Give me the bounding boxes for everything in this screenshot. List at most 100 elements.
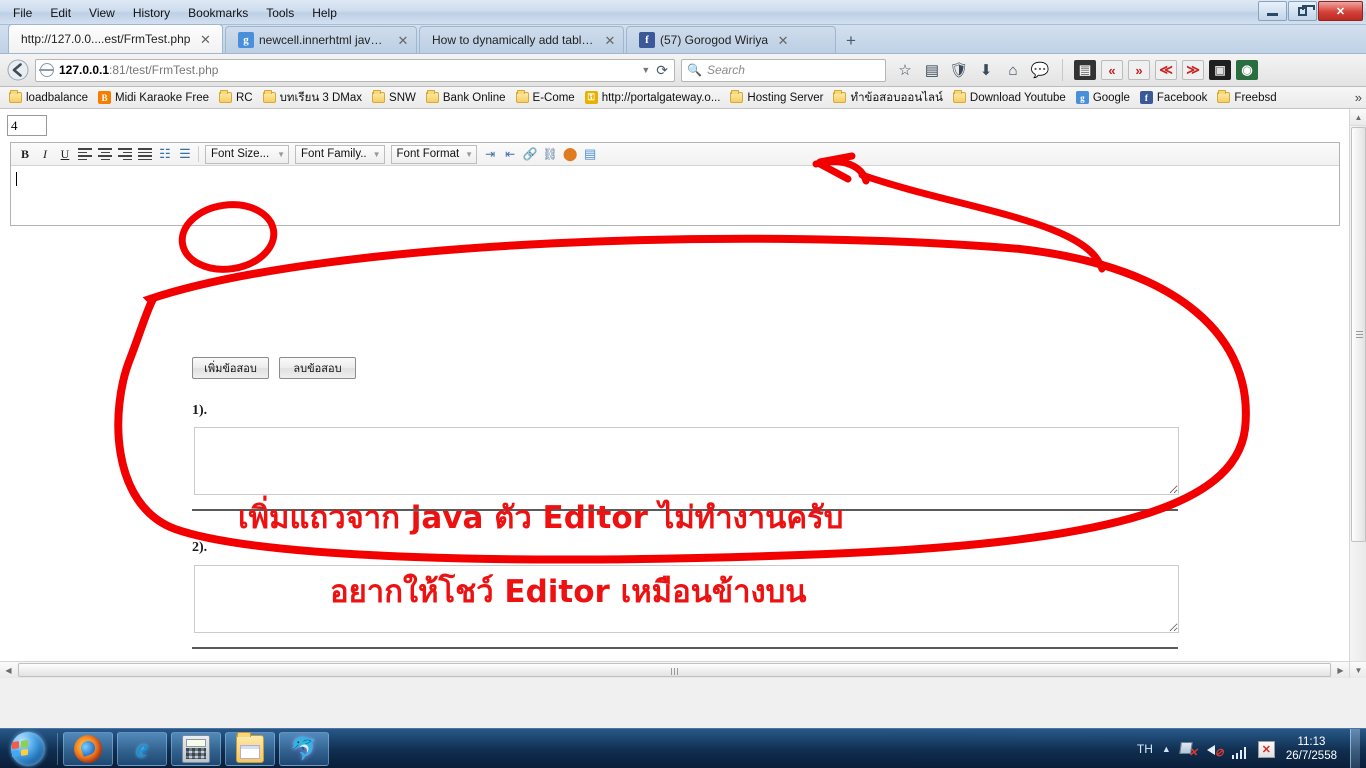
align-center-button[interactable] bbox=[95, 145, 115, 164]
expand-down-icon[interactable]: ≫ bbox=[1182, 60, 1204, 80]
tab-facebook[interactable]: f (57) Gorogod Wiriya ✕ bbox=[626, 26, 836, 53]
tab-frmtest[interactable]: http://127.0.0....est/FrmTest.php ✕ bbox=[8, 24, 223, 53]
search-bar[interactable]: 🔍 Search bbox=[681, 58, 886, 82]
tab-close-icon[interactable]: ✕ bbox=[396, 34, 410, 47]
taskbar-item-firefox[interactable] bbox=[63, 731, 113, 766]
minimize-button[interactable] bbox=[1258, 1, 1287, 21]
signal-icon[interactable] bbox=[1231, 742, 1249, 759]
menu-view[interactable]: View bbox=[80, 4, 124, 22]
reading-list-icon[interactable]: ▤ bbox=[921, 58, 943, 82]
menu-history[interactable]: History bbox=[124, 4, 179, 22]
reload-icon[interactable]: ⟳ bbox=[656, 62, 668, 79]
bookmark-google[interactable]: g Google bbox=[1071, 88, 1135, 107]
menu-edit[interactable]: Edit bbox=[41, 4, 80, 22]
taskbar-item-calculator[interactable] bbox=[171, 731, 221, 766]
align-right-button[interactable] bbox=[115, 145, 135, 164]
download-icon[interactable]: ⬇ bbox=[975, 58, 997, 82]
bookmark-portalgateway[interactable]: ⚿ http://portalgateway.o... bbox=[580, 88, 726, 107]
add-question-button[interactable]: เพิ่มข้อสอบ bbox=[192, 357, 269, 379]
tab-close-icon[interactable]: ✕ bbox=[776, 34, 790, 47]
vertical-scrollbar[interactable]: ▲ ▼ bbox=[1349, 109, 1366, 678]
tab-close-icon[interactable]: ✕ bbox=[603, 34, 617, 47]
bookmarks-overflow-icon[interactable]: » bbox=[1355, 90, 1362, 105]
insert-link-button[interactable]: 🔗 bbox=[520, 145, 540, 164]
pdf-icon[interactable]: ✕ bbox=[1257, 740, 1275, 758]
taskbar-item-internet-explorer[interactable]: e bbox=[117, 731, 167, 766]
forward-icon[interactable]: » bbox=[1128, 60, 1150, 80]
outdent-button[interactable]: ⇥ bbox=[480, 145, 500, 164]
horizontal-scroll-thumb[interactable] bbox=[18, 663, 1331, 677]
font-family-select[interactable]: Font Family.. ▼ bbox=[295, 144, 385, 164]
close-button[interactable]: ✕ bbox=[1318, 1, 1363, 21]
unlink-button[interactable]: ⛓ bbox=[540, 145, 560, 164]
menu-tools[interactable]: Tools bbox=[257, 4, 303, 22]
taskbar-item-navicat[interactable]: 🐬 bbox=[279, 731, 329, 766]
scroll-right-icon[interactable]: ▶ bbox=[1332, 662, 1349, 678]
volume-icon[interactable]: ⊘ bbox=[1206, 741, 1224, 758]
tab-close-icon[interactable]: ✕ bbox=[198, 33, 212, 46]
rewind-icon[interactable]: « bbox=[1101, 60, 1123, 80]
clock[interactable]: 11:13 26/7/2558 bbox=[1284, 735, 1337, 763]
bookmark-hosting-server[interactable]: Hosting Server bbox=[725, 88, 828, 107]
unordered-list-button[interactable]: ☰ bbox=[175, 145, 195, 164]
unordered-list-icon: ☰ bbox=[179, 146, 191, 161]
chevron-down-icon: ▼ bbox=[465, 149, 474, 159]
edit-source-button[interactable]: ▤ bbox=[580, 145, 600, 164]
start-button[interactable] bbox=[2, 730, 54, 768]
bookmark-online-exam[interactable]: ทำข้อสอบออนไลน์ bbox=[828, 88, 947, 107]
bold-button[interactable]: B bbox=[15, 145, 35, 164]
tray-expand-icon[interactable]: ▲ bbox=[1162, 744, 1171, 754]
collapse-up-icon[interactable]: ≪ bbox=[1155, 60, 1177, 80]
new-tab-button[interactable]: + bbox=[838, 29, 864, 53]
bookmark-facebook[interactable]: f Facebook bbox=[1135, 88, 1213, 107]
language-indicator[interactable]: TH bbox=[1137, 742, 1153, 756]
tab-add-table-row[interactable]: How to dynamically add table r... ✕ bbox=[419, 26, 624, 53]
menu-bookmarks[interactable]: Bookmarks bbox=[179, 4, 257, 22]
font-size-select[interactable]: Font Size... ▼ bbox=[205, 144, 289, 164]
align-left-button[interactable] bbox=[75, 145, 95, 164]
bookmark-freebsd[interactable]: Freebsd bbox=[1212, 88, 1281, 107]
indent-button[interactable]: ⇤ bbox=[500, 145, 520, 164]
bookmark-download-youtube[interactable]: Download Youtube bbox=[948, 88, 1071, 107]
avatar-icon[interactable]: ◉ bbox=[1236, 60, 1258, 80]
show-desktop-button[interactable] bbox=[1350, 729, 1360, 768]
vertical-scroll-thumb[interactable] bbox=[1351, 127, 1366, 542]
scroll-down-icon[interactable]: ▼ bbox=[1350, 661, 1366, 678]
italic-button[interactable]: I bbox=[35, 145, 55, 164]
network-icon[interactable]: ✕ bbox=[1178, 741, 1198, 758]
question-count-input[interactable] bbox=[7, 115, 47, 136]
scroll-left-icon[interactable]: ◀ bbox=[0, 662, 17, 678]
underline-button[interactable]: U bbox=[55, 145, 75, 164]
ordered-list-button[interactable]: ☷ bbox=[155, 145, 175, 164]
editor-content-area[interactable] bbox=[11, 166, 1339, 224]
question-2-textarea[interactable] bbox=[194, 565, 1179, 633]
menu-file[interactable]: File bbox=[4, 4, 41, 22]
delete-question-button[interactable]: ลบข้อสอบ bbox=[279, 357, 356, 379]
menu-help[interactable]: Help bbox=[303, 4, 346, 22]
scroll-up-icon[interactable]: ▲ bbox=[1350, 109, 1366, 126]
font-format-select[interactable]: Font Format ▼ bbox=[390, 144, 478, 164]
toolbar-addon-icon[interactable]: ▤ bbox=[1074, 60, 1096, 80]
bookmark-midi-karaoke-free[interactable]: B Midi Karaoke Free bbox=[93, 88, 214, 107]
chat-icon[interactable]: 💬 bbox=[1029, 58, 1051, 82]
bookmark-star-icon[interactable]: ☆ bbox=[894, 58, 916, 82]
bookmark-snw[interactable]: SNW bbox=[367, 88, 421, 107]
taskbar-item-file-explorer[interactable] bbox=[225, 731, 275, 766]
align-justify-button[interactable] bbox=[135, 145, 155, 164]
tab-newcell-innerhtml[interactable]: g newcell.innerhtml javascri... ✕ bbox=[225, 26, 417, 53]
restore-button[interactable] bbox=[1288, 1, 1317, 21]
back-button[interactable] bbox=[4, 57, 32, 83]
url-bar[interactable]: 127.0.0.1:81/test/FrmTest.php ▼ ⟳ bbox=[35, 58, 675, 82]
home-icon[interactable]: ⌂ bbox=[1002, 58, 1024, 82]
bookmark-e-come[interactable]: E-Come bbox=[511, 88, 580, 107]
horizontal-scrollbar[interactable]: ◀ ▶ bbox=[0, 661, 1349, 678]
bookmark-loadbalance[interactable]: loadbalance bbox=[4, 88, 93, 107]
shield-icon[interactable]: 🛡 bbox=[948, 58, 970, 82]
bookmark-3dmax[interactable]: บทเรียน 3 DMax bbox=[258, 88, 367, 107]
chevron-down-icon[interactable]: ▼ bbox=[641, 65, 650, 75]
bookmark-rc[interactable]: RC bbox=[214, 88, 258, 107]
screenshot-icon[interactable]: ▣ bbox=[1209, 60, 1231, 80]
insert-image-button[interactable]: ⬤ bbox=[560, 145, 580, 164]
bookmark-bank-online[interactable]: Bank Online bbox=[421, 88, 511, 107]
question-1-textarea[interactable] bbox=[194, 427, 1179, 495]
